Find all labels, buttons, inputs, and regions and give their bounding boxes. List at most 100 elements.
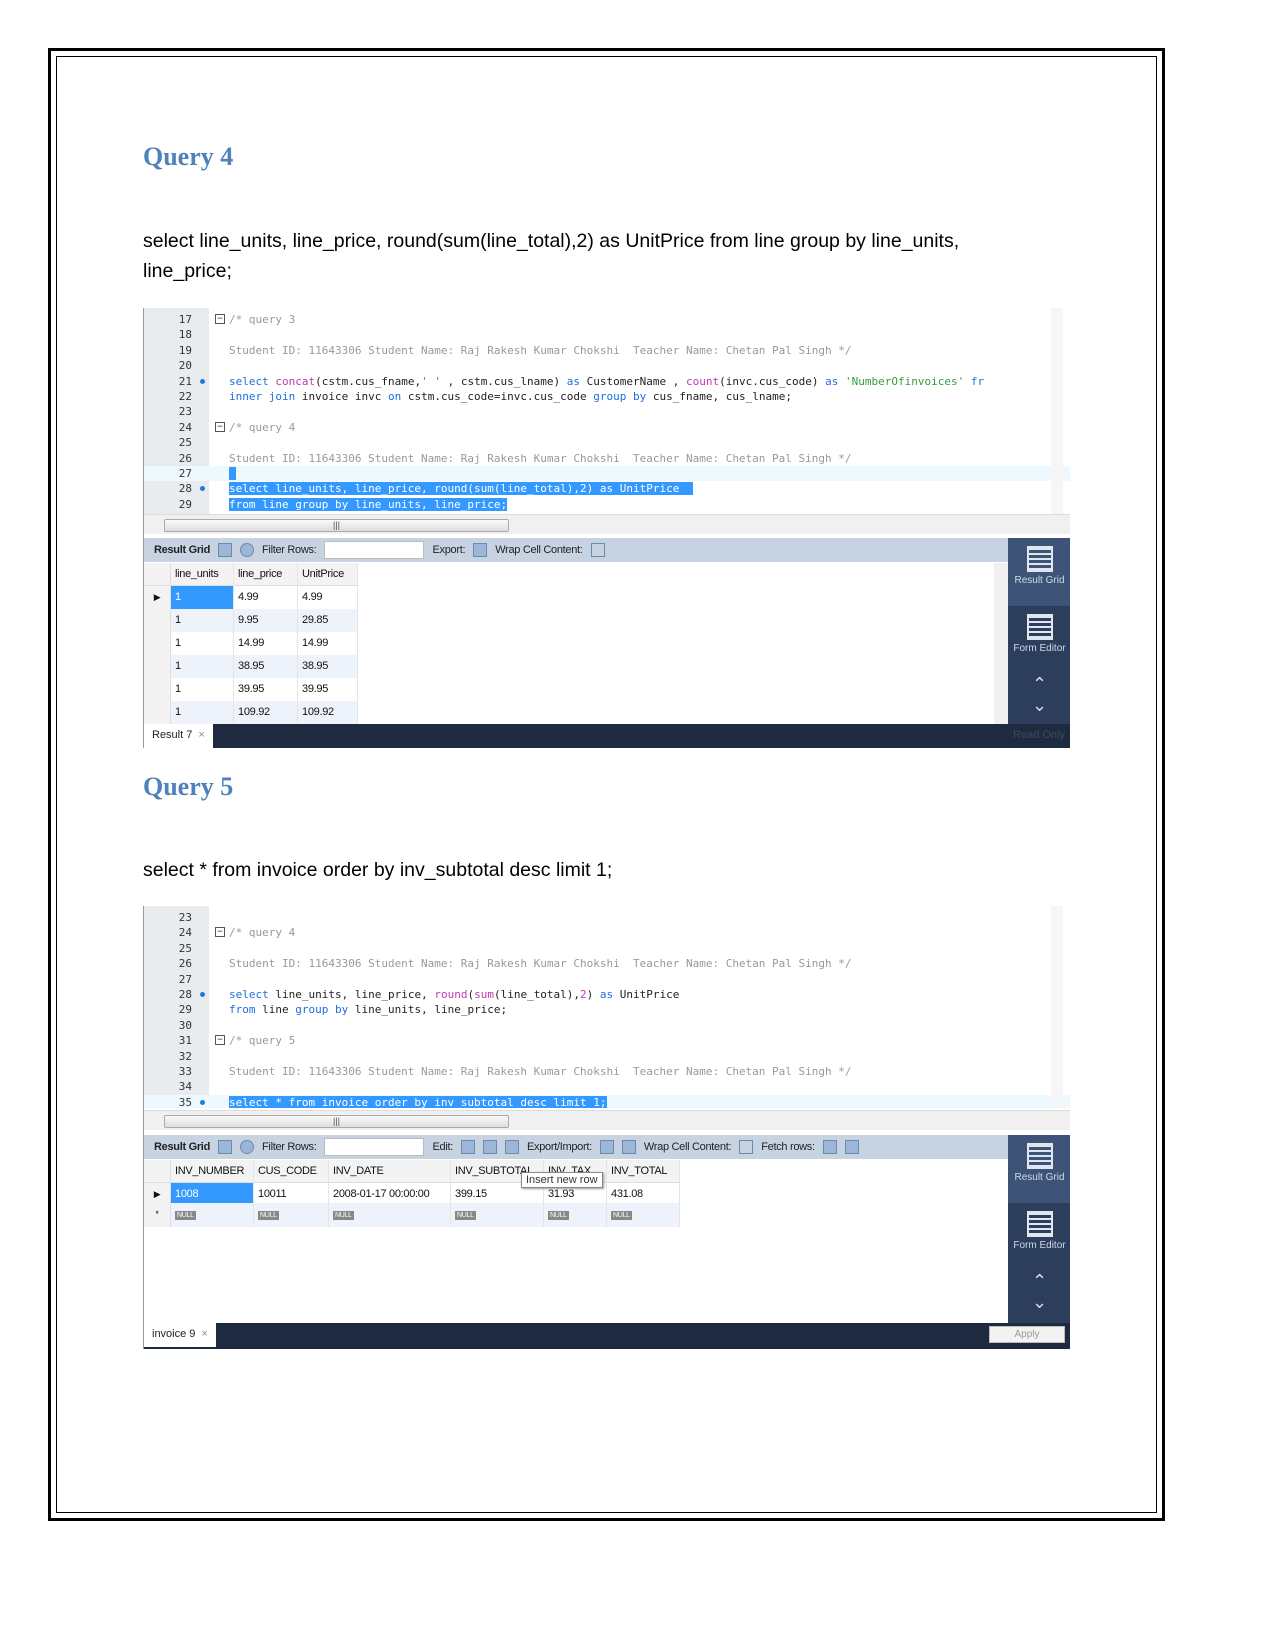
grid-cell[interactable]: NULL <box>254 1203 329 1227</box>
grid-cell[interactable]: 1 <box>171 609 234 632</box>
add-row-icon[interactable] <box>482 1140 497 1154</box>
code-token: inner join <box>229 390 296 403</box>
code-token: /* query 4 <box>229 926 296 940</box>
grid-cell[interactable]: 1 <box>171 655 234 678</box>
grid-cell[interactable]: 431.08 <box>607 1183 680 1203</box>
chevron-updown-icon[interactable]: ⌃ ⌄ <box>1008 674 1070 716</box>
code-token: invoice invc <box>295 390 388 403</box>
grid-cell[interactable]: 39.95 <box>298 678 358 701</box>
grid-cell[interactable]: 1 <box>171 701 234 724</box>
row-header <box>144 1160 171 1182</box>
grid-cell[interactable]: 38.95 <box>234 655 298 678</box>
code-token: ' ' <box>421 374 441 388</box>
line-number: 31 <box>178 1034 192 1048</box>
code-line: 29 from line group by line_units, line_pr… <box>144 497 1070 512</box>
query5-heading: Query 5 <box>143 772 234 801</box>
code-token: count <box>686 374 720 388</box>
row-header: ▶ <box>144 586 171 609</box>
editor-horizontal-scrollbar[interactable]: ||| <box>144 1110 1070 1130</box>
column-header: INV_NUMBER <box>171 1160 254 1182</box>
code-token: cstm.cus_code=invc.cus_code <box>401 390 594 403</box>
grid-cell[interactable]: 1 <box>171 632 234 655</box>
grid-cell[interactable]: 109.92 <box>298 701 358 724</box>
fetch-next-icon[interactable] <box>822 1140 837 1154</box>
fold-toggle-icon[interactable]: − <box>215 1035 225 1046</box>
grid-cell[interactable]: 1 <box>171 678 234 701</box>
result-grid-icon <box>1026 546 1053 572</box>
code-text <box>229 466 236 481</box>
side-form-editor-button[interactable]: Form Editor <box>1008 1203 1070 1271</box>
grid-cell[interactable]: 1008 <box>171 1183 254 1203</box>
result-tab[interactable]: Result 7 × <box>144 724 213 748</box>
close-icon[interactable]: × <box>198 729 204 741</box>
code-token: line_units, line_price, <box>268 988 435 1001</box>
editor-horizontal-scrollbar[interactable]: ||| <box>144 514 1070 534</box>
fetch-all-icon[interactable] <box>844 1140 859 1154</box>
sql-editor[interactable]: 23 24−/* query 4 25 26 Student ID: 11643306 … <box>144 906 1070 1108</box>
code-line: 18 <box>144 327 1070 342</box>
grid-cell[interactable]: NULL <box>171 1203 254 1227</box>
row-header <box>144 678 171 701</box>
grid-cell[interactable]: 109.92 <box>234 701 298 724</box>
grid-cell[interactable]: 1 <box>171 586 234 609</box>
code-token: cus_fname, cus_lname; <box>646 390 792 403</box>
grid-vertical-scrollbar[interactable] <box>994 563 1008 724</box>
fold-toggle-icon[interactable]: − <box>215 927 225 938</box>
apply-button[interactable]: Apply <box>989 1326 1065 1343</box>
export-icon[interactable] <box>473 543 488 557</box>
filter-rows-input[interactable] <box>324 541 425 559</box>
grid-cell[interactable]: NULL <box>329 1203 451 1227</box>
grid-cell[interactable]: 10011 <box>254 1183 329 1203</box>
row-header: * <box>144 1203 171 1227</box>
result-tab[interactable]: invoice 9 × <box>144 1323 216 1347</box>
delete-row-icon[interactable] <box>504 1140 519 1154</box>
grid-cell[interactable]: 4.99 <box>234 586 298 609</box>
grid-layout-icon[interactable] <box>218 1140 232 1154</box>
code-text: select line_units, line_price, round(sum… <box>229 987 679 1002</box>
column-header: UnitPrice <box>298 563 358 585</box>
code-text: select concat(cstm.cus_fname,' ' , cstm.… <box>229 374 984 389</box>
fold-toggle-icon[interactable]: − <box>215 314 225 324</box>
code-token: group by <box>593 390 647 403</box>
grid-cell[interactable]: 29.85 <box>298 609 358 632</box>
grid-cell[interactable]: NULL <box>544 1203 607 1227</box>
code-line: 22 inner join invoice invc on cstm.cus_co… <box>144 389 1070 404</box>
grid-cell[interactable]: NULL <box>451 1203 544 1227</box>
chevron-updown-icon[interactable]: ⌃ ⌄ <box>1008 1271 1070 1313</box>
line-number: 24 <box>178 926 192 940</box>
code-text: Student ID: 11643306 Student Name: Raj R… <box>229 1064 852 1079</box>
import-icon[interactable] <box>621 1140 636 1154</box>
grid-cell[interactable]: 2008-01-17 00:00:00 <box>329 1183 451 1203</box>
editor-vertical-scrollbar[interactable] <box>1051 906 1063 1108</box>
code-text: Student ID: 11643306 Student Name: Raj R… <box>229 956 852 971</box>
grid-cell[interactable]: 38.95 <box>298 655 358 678</box>
line-number: 24 <box>178 420 192 434</box>
fold-toggle-icon[interactable]: − <box>215 421 225 432</box>
grid-cell[interactable]: 14.99 <box>234 632 298 655</box>
wrap-cell-icon[interactable] <box>590 543 605 557</box>
export-icon[interactable] <box>599 1140 614 1154</box>
refresh-icon[interactable] <box>240 1140 254 1154</box>
grid-cell[interactable]: 9.95 <box>234 609 298 632</box>
code-line: 24 −/* query 4 <box>144 420 1070 435</box>
code-line: 19 Student ID: 11643306 Student Name: Raj… <box>144 343 1070 358</box>
side-form-editor-button[interactable]: Form Editor <box>1008 606 1070 674</box>
side-result-grid-button[interactable]: Result Grid <box>1008 1135 1070 1203</box>
grid-cell[interactable]: 14.99 <box>298 632 358 655</box>
code-text: select line_units, line_price, round(sum… <box>229 481 693 496</box>
side-result-grid-button[interactable]: Result Grid <box>1008 538 1070 606</box>
grid-cell[interactable]: 4.99 <box>298 586 358 609</box>
refresh-icon[interactable] <box>240 543 254 557</box>
grid-cell[interactable]: 39.95 <box>234 678 298 701</box>
sql-editor[interactable]: 17−/* query 3 18 19 Student ID: 11643306 St… <box>144 308 1070 515</box>
insert-row-tooltip: Insert new row <box>521 1172 603 1188</box>
edit-icon[interactable] <box>460 1140 475 1154</box>
grid-cell[interactable]: NULL <box>607 1203 680 1227</box>
line-number: 20 <box>178 359 192 373</box>
grid-layout-icon[interactable] <box>218 543 232 557</box>
null-badge: NULL <box>455 1211 476 1220</box>
close-icon[interactable]: × <box>201 1328 207 1340</box>
filter-rows-input[interactable] <box>324 1138 425 1156</box>
wrap-cell-icon[interactable] <box>739 1140 754 1154</box>
editor-vertical-scrollbar[interactable] <box>1051 308 1063 515</box>
